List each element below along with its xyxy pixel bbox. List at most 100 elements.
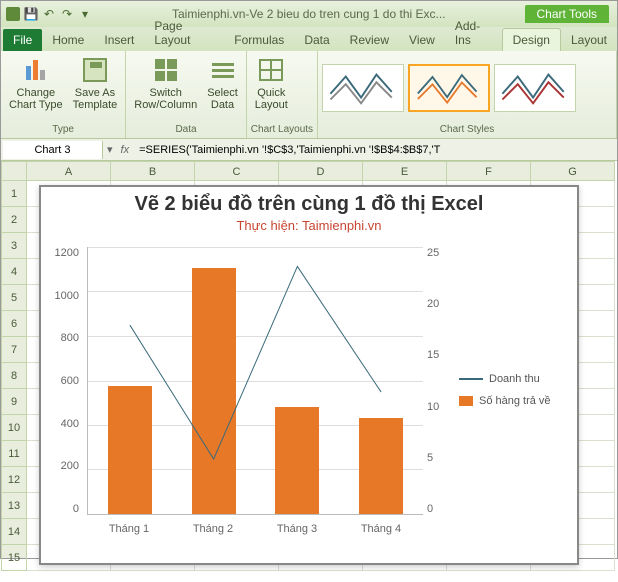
row-header[interactable]: 7 [1, 337, 27, 363]
change-chart-type-button[interactable]: Change Chart Type [5, 53, 67, 113]
contextual-tab-label: Chart Tools [525, 5, 609, 23]
row-header[interactable]: 6 [1, 311, 27, 337]
tab-insert[interactable]: Insert [94, 29, 144, 51]
save-icon[interactable]: 💾 [23, 6, 39, 22]
legend-box-icon [459, 396, 473, 406]
row-header[interactable]: 8 [1, 363, 27, 389]
x-tick: Tháng 3 [277, 523, 317, 535]
row-header[interactable]: 14 [1, 519, 27, 545]
select-data-label: Select Data [207, 87, 238, 111]
chart-subtitle[interactable]: Thực hiện: Taimienphi.vn [41, 218, 577, 233]
plot-inner [87, 247, 423, 515]
formula-input[interactable]: =SERIES('Taimienphi.vn '!$C$3,'Taimienph… [135, 144, 617, 156]
group-data-label: Data [130, 123, 242, 136]
row-header[interactable]: 15 [1, 545, 27, 571]
ribbon-tabs: File Home Insert Page Layout Formulas Da… [1, 27, 617, 51]
plot-area[interactable]: 1200 1000 800 600 400 200 0 25 20 15 [49, 239, 451, 541]
col-header[interactable]: C [195, 161, 279, 181]
chart-object[interactable]: Vẽ 2 biểu đồ trên cùng 1 đồ thị Excel Th… [39, 185, 579, 565]
group-chart-styles: Chart Styles [318, 51, 617, 138]
redo-icon[interactable]: ↷ [59, 6, 75, 22]
row-header[interactable]: 3 [1, 233, 27, 259]
save-as-template-label: Save As Template [73, 87, 118, 111]
legend-item: Doanh thu [459, 373, 569, 385]
name-box[interactable]: Chart 3 [3, 141, 103, 159]
primary-y-axis: 1200 1000 800 600 400 200 0 [49, 247, 83, 515]
chart-title[interactable]: Vẽ 2 biểu đồ trên cùng 1 đồ thị Excel [41, 193, 577, 216]
y2-tick: 10 [427, 401, 451, 413]
row-header[interactable]: 11 [1, 441, 27, 467]
col-header[interactable]: A [27, 161, 111, 181]
col-header[interactable]: D [279, 161, 363, 181]
save-as-template-button[interactable]: Save As Template [69, 53, 122, 113]
row-header[interactable]: 4 [1, 259, 27, 285]
y2-tick: 25 [427, 247, 451, 259]
tab-home[interactable]: Home [42, 29, 94, 51]
switch-row-column-button[interactable]: Switch Row/Column [130, 53, 201, 113]
tab-design[interactable]: Design [502, 28, 561, 51]
y2-tick: 0 [427, 503, 451, 515]
chart-style-1[interactable] [322, 64, 404, 112]
title-bar: 💾 ↶ ↷ ▾ Taimienphi.vn-Ve 2 bieu do tren … [1, 1, 617, 27]
y1-tick: 200 [49, 460, 79, 472]
tab-data[interactable]: Data [294, 29, 339, 51]
switch-label: Switch Row/Column [134, 87, 197, 111]
save-template-icon [80, 55, 110, 85]
tab-formulas[interactable]: Formulas [224, 29, 294, 51]
row-header[interactable]: 10 [1, 415, 27, 441]
chart-style-3[interactable] [494, 64, 576, 112]
quick-layout-button[interactable]: Quick Layout [251, 53, 292, 113]
chart-legend[interactable]: Doanh thu Số hàng trả về [451, 239, 569, 541]
formula-bar: Chart 3 ▾ fx =SERIES('Taimienphi.vn '!$C… [1, 139, 617, 161]
row-header[interactable]: 13 [1, 493, 27, 519]
row-header[interactable]: 9 [1, 389, 27, 415]
y1-tick: 600 [49, 375, 79, 387]
col-header[interactable]: E [363, 161, 447, 181]
legend-label: Doanh thu [489, 373, 540, 385]
tab-page-layout[interactable]: Page Layout [144, 15, 224, 51]
chart-style-2[interactable] [408, 64, 490, 112]
row-header[interactable]: 1 [1, 181, 27, 207]
col-header[interactable]: B [111, 161, 195, 181]
group-layouts-label: Chart Layouts [251, 123, 313, 136]
secondary-y-axis: 25 20 15 10 5 0 [427, 247, 451, 515]
qat-customize-icon[interactable]: ▾ [77, 6, 93, 22]
y1-tick: 800 [49, 332, 79, 344]
group-type-label: Type [5, 123, 121, 136]
y2-tick: 5 [427, 452, 451, 464]
y1-tick: 0 [49, 503, 79, 515]
col-header[interactable]: G [531, 161, 615, 181]
undo-icon[interactable]: ↶ [41, 6, 57, 22]
tab-layout[interactable]: Layout [561, 29, 617, 51]
y1-tick: 1000 [49, 290, 79, 302]
row-header[interactable]: 2 [1, 207, 27, 233]
x-tick: Tháng 2 [193, 523, 233, 535]
y2-tick: 15 [427, 349, 451, 361]
tab-review[interactable]: Review [340, 29, 399, 51]
group-data: Switch Row/Column Select Data Data [126, 51, 247, 138]
tab-addins[interactable]: Add-Ins [445, 15, 502, 51]
legend-item: Số hàng trả về [459, 395, 569, 407]
x-tick: Tháng 4 [361, 523, 401, 535]
change-chart-type-label: Change Chart Type [9, 87, 63, 111]
column-headers: A B C D E F G [27, 161, 617, 181]
x-tick: Tháng 1 [109, 523, 149, 535]
row-headers: 1 2 3 4 5 6 7 8 9 10 11 12 13 14 15 [1, 161, 27, 558]
cell-area[interactable]: for(let i=0;i<105;i++)document.write('<d… [27, 181, 617, 558]
chart-type-icon [21, 55, 51, 85]
x-axis: Tháng 1 Tháng 2 Tháng 3 Tháng 4 [87, 523, 423, 535]
group-styles-label: Chart Styles [320, 123, 614, 136]
select-data-button[interactable]: Select Data [203, 53, 242, 113]
y2-tick: 20 [427, 298, 451, 310]
group-chart-layouts: Quick Layout Chart Layouts [247, 51, 318, 138]
y1-tick: 1200 [49, 247, 79, 259]
quick-layout-icon [256, 55, 286, 85]
select-all-corner[interactable] [1, 161, 27, 181]
dropdown-icon[interactable]: ▾ [105, 143, 115, 156]
tab-view[interactable]: View [399, 29, 445, 51]
col-header[interactable]: F [447, 161, 531, 181]
fx-icon[interactable]: fx [115, 144, 136, 156]
row-header[interactable]: 12 [1, 467, 27, 493]
tab-file[interactable]: File [3, 29, 42, 51]
row-header[interactable]: 5 [1, 285, 27, 311]
